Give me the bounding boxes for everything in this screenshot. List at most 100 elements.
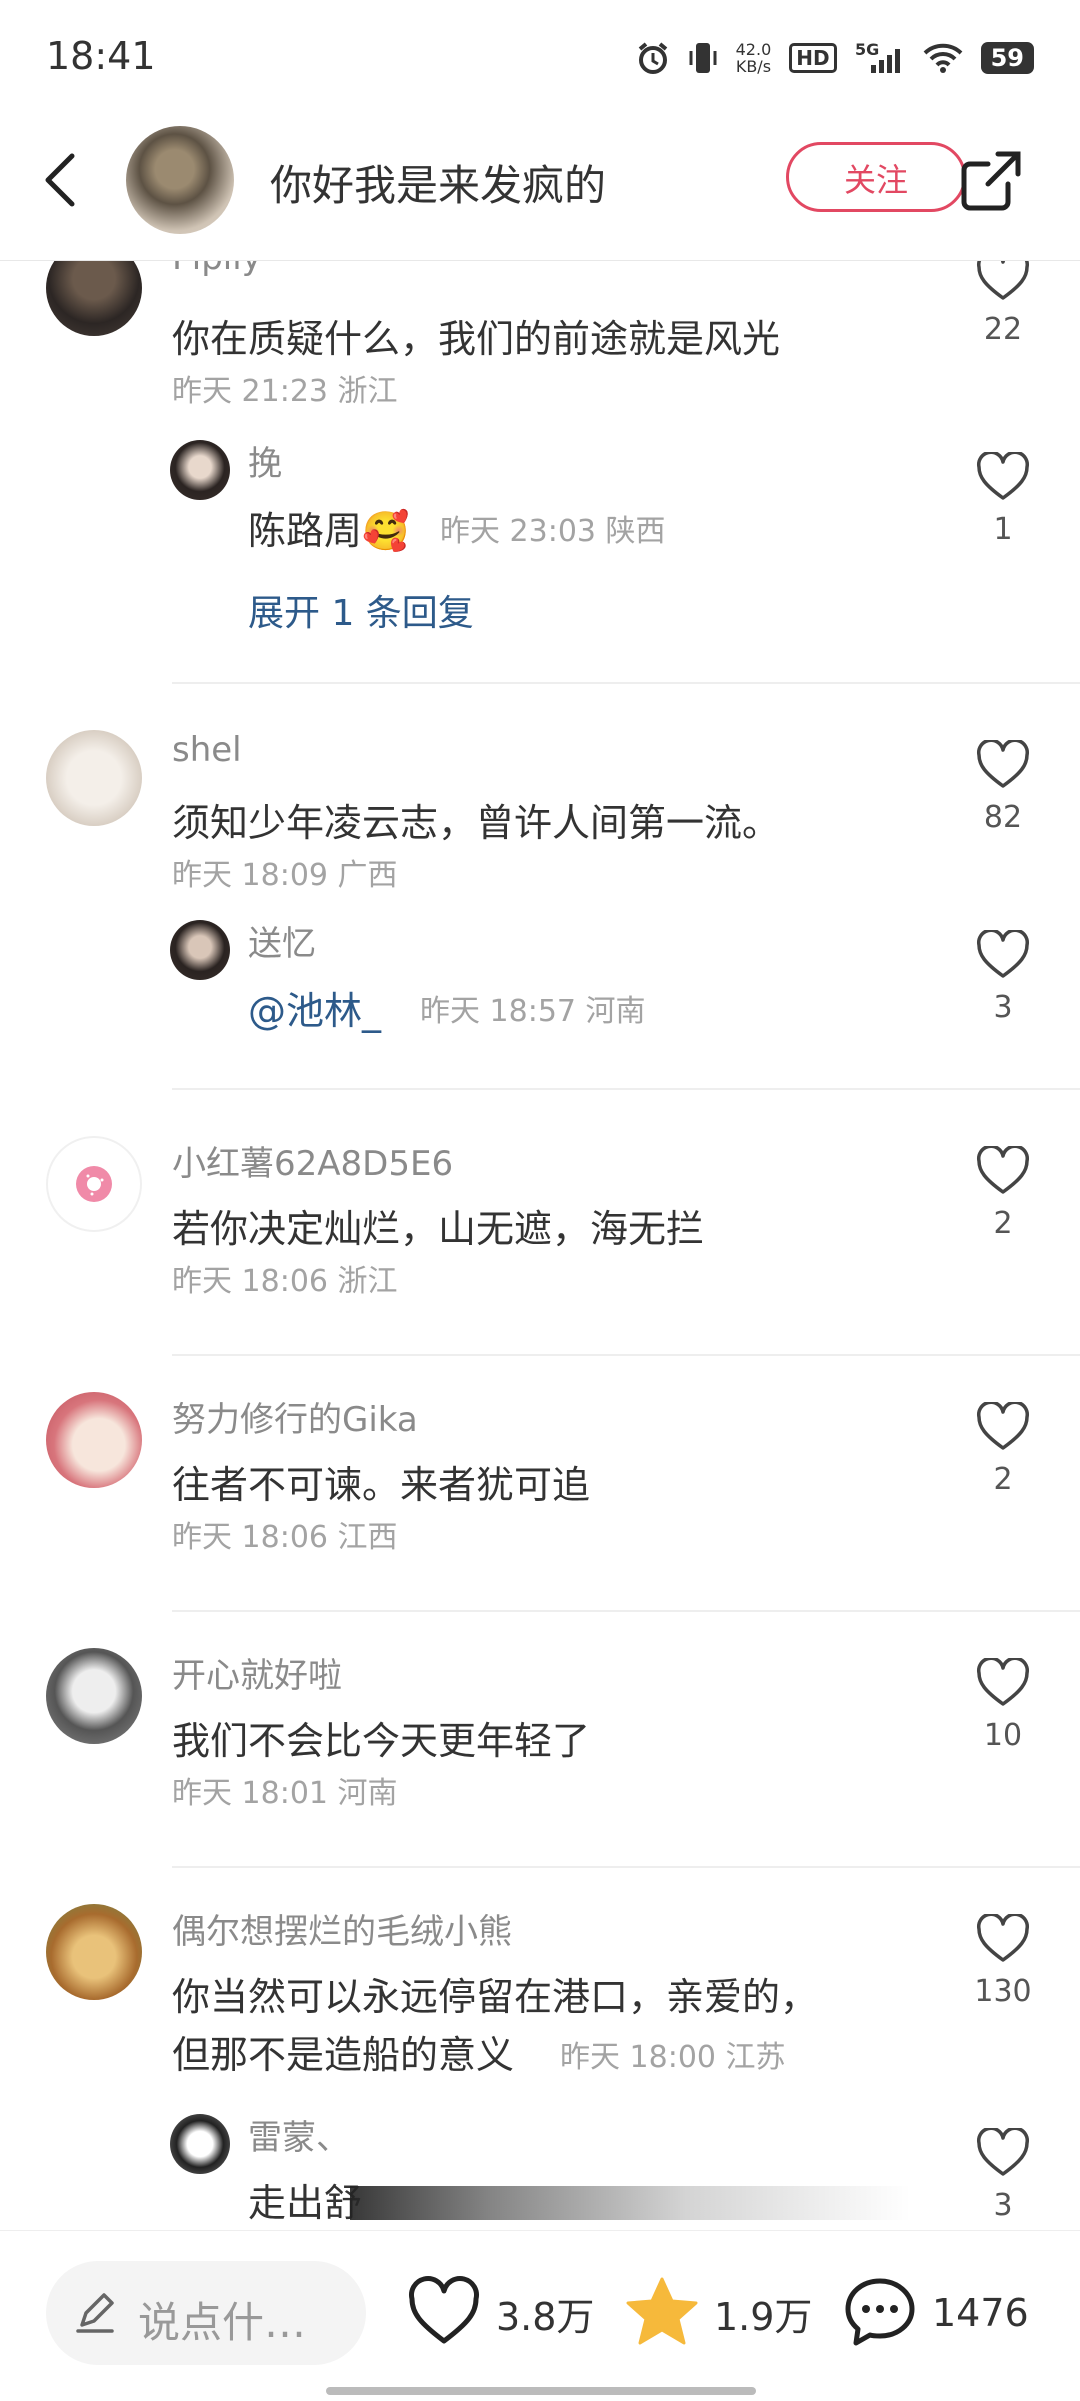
comment-input[interactable]: 说点什… [46,2261,366,2365]
comment-username[interactable]: 开心就好啦 [172,1648,342,1697]
comment-username[interactable]: shel [172,730,242,770]
comment-meta: 昨天 18:06 江西 [172,1520,398,1555]
comment-list[interactable]: Pipiiy 你在质疑什么，我们的前途就是风光 昨天 21:23 浙江 22 挽… [0,260,1080,2230]
like-count-total: 3.8万 [496,2294,595,2339]
wifi-icon [923,43,962,73]
like-count: 2 [993,1206,1013,1241]
user-avatar[interactable] [46,1648,142,1744]
heart-icon [977,452,1029,500]
vibrate-icon [689,43,717,73]
share-icon[interactable] [958,148,1024,214]
comment-meta: 昨天 18:01 河南 [172,1776,398,1811]
reply-like-button[interactable]: 3 [975,930,1031,1025]
divider [172,1354,1080,1356]
heart-icon [409,2276,479,2344]
like-button[interactable]: 10 [975,1658,1031,1753]
like-button[interactable]: 2 [975,1146,1031,1241]
clock: 18:41 [46,34,156,78]
comment-text[interactable]: 你当然可以永远停留在港口，亲爱的， [172,1966,818,2021]
svg-text:5G: 5G [855,41,879,59]
author-avatar[interactable] [126,126,234,234]
reply-avatar[interactable] [170,920,230,980]
comment-count: 1476 [932,2291,1029,2335]
user-avatar[interactable] [46,1136,142,1232]
bottom-action-bar: 说点什… 3.8万 1.9万 1476 [0,2230,1080,2401]
comment-input-placeholder: 说点什… [138,2298,307,2347]
like-count: 130 [974,1974,1032,2009]
heart-icon [977,260,1029,300]
comment-meta: 昨天 18:06 浙江 [172,1264,398,1299]
reply-username[interactable]: 雷蒙、 [248,2110,350,2159]
donut-icon [76,1166,112,1202]
like-note-button[interactable]: 3.8万 [406,2273,594,2353]
user-avatar[interactable] [46,730,142,826]
comment-meta: 昨天 21:23 浙江 [172,374,398,409]
comment-username[interactable]: 小红薯62A8D5E6 [172,1136,453,1185]
divider [172,1088,1080,1090]
comment-count-button[interactable]: 1476 [842,2273,1029,2353]
home-indicator[interactable] [326,2387,756,2395]
heart-icon [977,740,1029,788]
pencil-icon [76,2293,114,2333]
comment-meta: 昨天 18:00 江苏 [560,2040,786,2075]
comment-username[interactable]: Pipiiy [172,260,262,278]
like-button[interactable]: 22 [975,260,1031,347]
like-button[interactable]: 130 [974,1914,1032,2009]
divider [172,1610,1080,1612]
heart-icon [977,1146,1029,1194]
reply-meta: 昨天 23:03 陕西 [440,514,666,549]
comment-bubble-icon [845,2278,915,2346]
user-avatar[interactable] [46,1392,142,1488]
like-count: 2 [993,1462,1013,1497]
status-icons: 42.0 KB/s HD 5G 59 [636,36,1034,80]
reply-username[interactable]: 挽 [248,436,282,485]
follow-button[interactable]: 关注 [786,142,966,212]
divider [172,682,1080,684]
expand-replies-link[interactable]: 展开 1 条回复 [248,584,474,636]
divider [172,1866,1080,1868]
like-count: 22 [983,312,1023,347]
comment-username[interactable]: 偶尔想摆烂的毛绒小熊 [172,1904,512,1953]
reply-text[interactable]: 走出舒 [248,2172,362,2227]
heart-icon [977,1402,1029,1450]
author-name[interactable]: 你好我是来发疯的 [270,152,606,213]
reply-text[interactable]: @池林_ [248,980,381,1035]
collect-button[interactable]: 1.9万 [624,2273,812,2353]
star-icon [626,2277,698,2345]
heart-icon [977,1658,1029,1706]
loading-fade-overlay [350,2186,910,2220]
collect-count: 1.9万 [714,2294,813,2339]
user-avatar[interactable] [46,260,142,336]
user-avatar[interactable] [46,1904,142,2000]
reply-avatar[interactable] [170,2114,230,2174]
reply-avatar[interactable] [170,440,230,500]
reply-username[interactable]: 送忆 [248,916,316,965]
hd-badge: HD [789,43,837,73]
reply-text[interactable]: 陈路周🥰 [248,500,409,555]
comment-text[interactable]: 你在质疑什么，我们的前途就是风光 [172,308,780,363]
signal-5g-icon: 5G [855,41,900,73]
like-count: 1 [993,512,1013,547]
heart-icon [977,930,1029,978]
comment-text[interactable]: 须知少年凌云志，曾许人间第一流。 [172,792,780,847]
like-button[interactable]: 82 [975,740,1031,835]
net-speed: 42.0 KB/s [735,40,772,76]
comment-meta: 昨天 18:09 广西 [172,858,398,893]
status-bar: 18:41 42.0 KB/s HD 5G 59 [0,0,1080,110]
like-button[interactable]: 2 [975,1402,1031,1497]
comment-text[interactable]: 往者不可谏。来者犹可追 [172,1454,590,1509]
back-arrow-icon[interactable] [38,150,86,210]
like-count: 3 [993,2188,1013,2223]
reply-like-button[interactable]: 3 [975,2128,1031,2223]
note-header: 你好我是来发疯的 关注 [0,110,1080,261]
alarm-icon [638,42,667,74]
comment-text[interactable]: 若你决定灿烂，山无遮，海无拦 [172,1198,704,1253]
heart-icon [977,1914,1029,1962]
reply-like-button[interactable]: 1 [975,452,1031,547]
like-count: 10 [983,1718,1023,1753]
comment-text[interactable]: 我们不会比今天更年轻了 [172,1710,590,1765]
heart-icon [977,2128,1029,2176]
comment-username[interactable]: 努力修行的Gika [172,1392,418,1441]
comment-text[interactable]: 但那不是造船的意义 [172,2024,514,2079]
like-count: 3 [993,990,1013,1025]
